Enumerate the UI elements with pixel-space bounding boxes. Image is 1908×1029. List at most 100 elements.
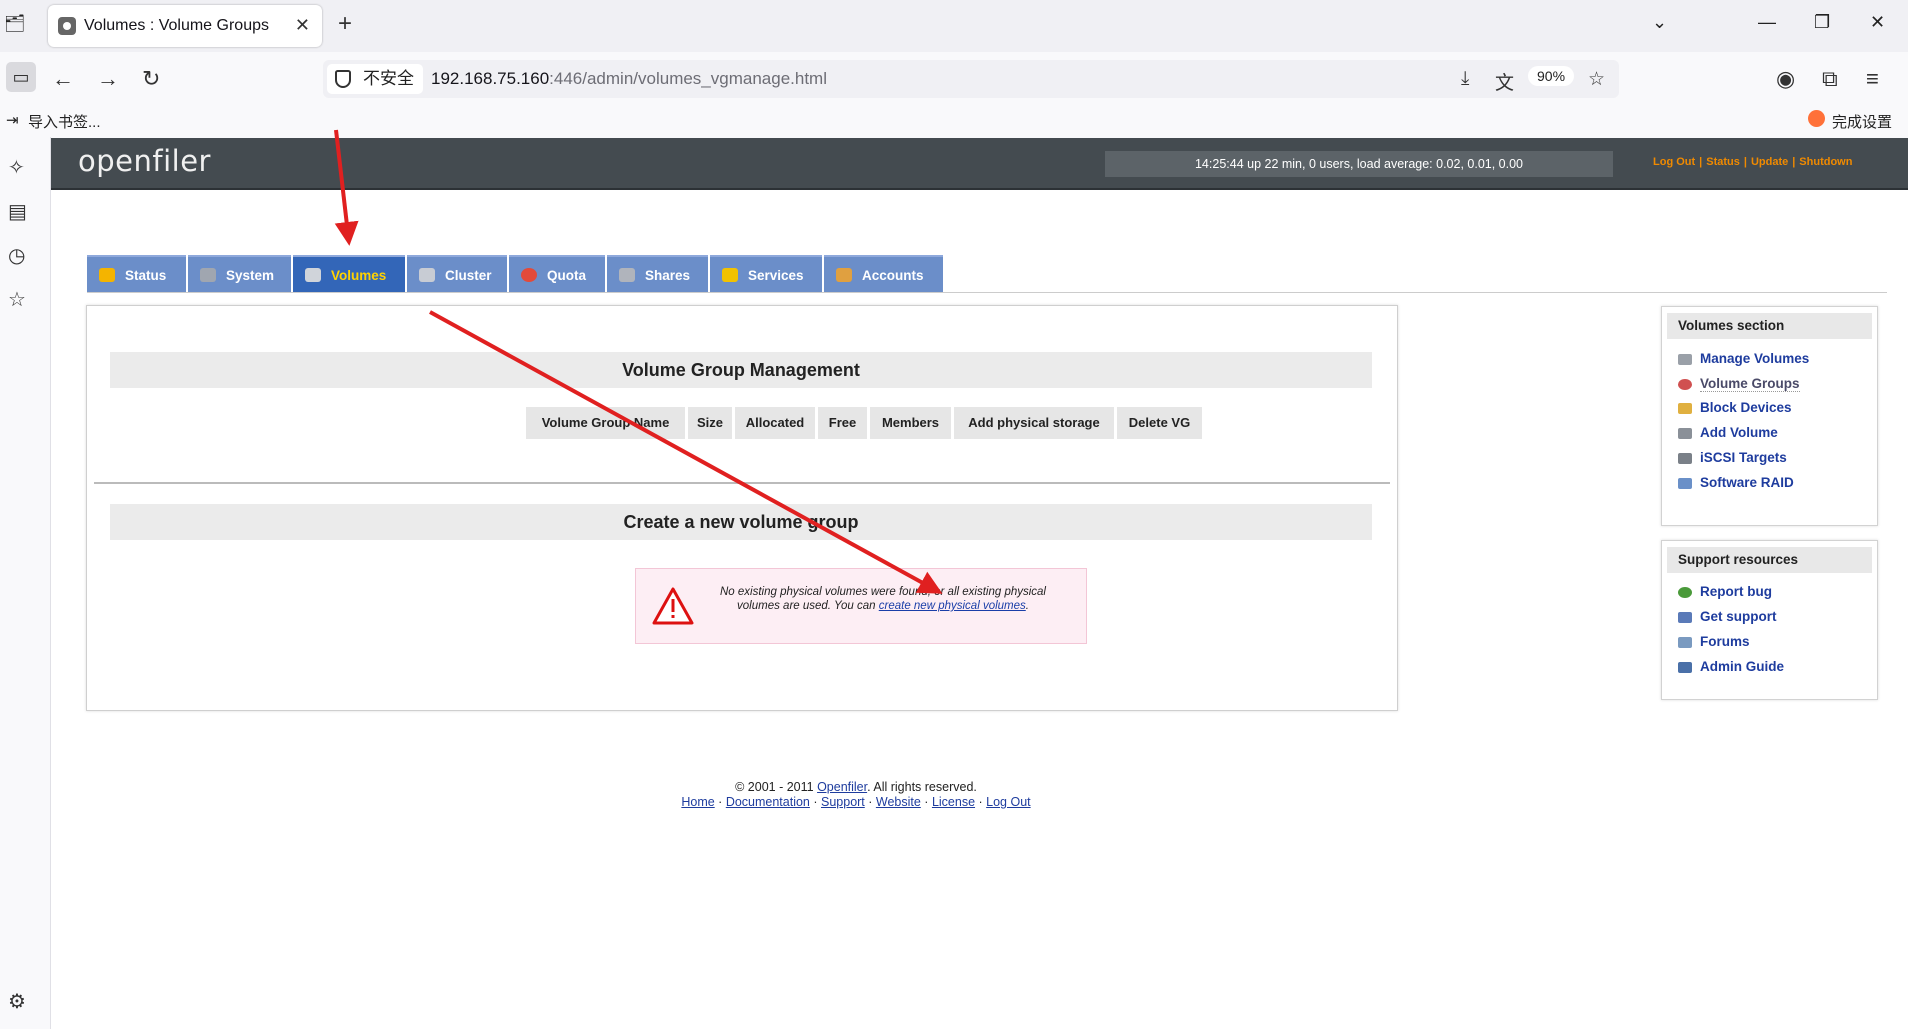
tab-accounts[interactable]: Accounts <box>824 255 943 292</box>
volumes-section-panel: Volumes section Manage Volumes Volume Gr… <box>1661 306 1878 526</box>
vg-management-heading: Volume Group Management <box>110 352 1372 388</box>
tab-quota[interactable]: Quota <box>509 255 605 292</box>
sidebar-toggle-icon[interactable]: ▭ <box>6 62 36 92</box>
support-icon <box>1678 611 1692 623</box>
tab-system[interactable]: System <box>188 255 291 292</box>
system-icon <box>200 268 216 282</box>
col-delete-vg: Delete VG <box>1117 407 1202 439</box>
block-devices-icon <box>1678 402 1692 414</box>
footer-links: Home · Documentation · Support · Website… <box>681 795 1031 809</box>
support-resources-panel: Support resources Report bug Get support… <box>1661 540 1878 700</box>
tab-list-chevron-icon[interactable]: ⌄ <box>1652 12 1667 33</box>
footer-support-link[interactable]: Support <box>821 795 865 809</box>
forums-icon <box>1678 636 1692 648</box>
import-bookmarks-link[interactable]: 导入书签... <box>28 111 101 132</box>
col-size: Size <box>688 407 732 439</box>
bug-icon <box>1678 586 1692 598</box>
browser-sidebar: ✧ ▤ ◷ ☆ ⚙ <box>0 137 51 1029</box>
status-icon <box>99 268 115 282</box>
create-physical-volumes-link[interactable]: create new physical volumes <box>879 600 1026 612</box>
nav-add-volume[interactable]: Add Volume <box>1678 425 1778 440</box>
services-icon <box>722 268 738 282</box>
admin-guide-icon <box>1678 661 1692 673</box>
tab-divider <box>87 292 1887 293</box>
footer-website-link[interactable]: Website <box>876 795 921 809</box>
system-status-line: 14:25:44 up 22 min, 0 users, load averag… <box>1105 151 1613 177</box>
security-indicator[interactable]: 不安全 <box>327 64 423 94</box>
tab-shares[interactable]: Shares <box>607 255 708 292</box>
col-allocated: Allocated <box>735 407 815 439</box>
col-add-physical-storage: Add physical storage <box>954 407 1114 439</box>
openfiler-logo: openfiler <box>78 144 211 178</box>
logout-link[interactable]: Log Out <box>1653 156 1695 168</box>
warning-icon <box>652 587 694 625</box>
footer-documentation-link[interactable]: Documentation <box>726 795 810 809</box>
nav-software-raid[interactable]: Software RAID <box>1678 475 1794 490</box>
shutdown-link[interactable]: Shutdown <box>1799 156 1852 168</box>
create-vg-heading: Create a new volume group <box>110 504 1372 540</box>
browser-tab[interactable]: Volumes : Volume Groups ✕ <box>48 5 322 47</box>
nav-report-bug[interactable]: Report bug <box>1678 584 1772 599</box>
manage-volumes-icon <box>1678 353 1692 365</box>
tab-status[interactable]: Status <box>87 255 186 292</box>
nav-admin-guide[interactable]: Admin Guide <box>1678 659 1784 674</box>
tab-volumes[interactable]: Volumes <box>293 255 405 292</box>
zoom-level[interactable]: 90% <box>1528 66 1575 86</box>
shares-icon <box>619 268 635 282</box>
minimize-icon[interactable]: — <box>1758 12 1776 33</box>
tab-overview-icon[interactable]: 🗂 <box>4 14 26 34</box>
back-icon[interactable]: ← <box>52 66 74 92</box>
tab-cluster[interactable]: Cluster <box>407 255 507 292</box>
account-icon[interactable]: ◉ <box>1776 66 1795 92</box>
volumes-icon <box>305 268 321 282</box>
menu-icon[interactable]: ≡ <box>1866 66 1879 92</box>
bookmarks-bar: ⇥ 导入书签... 完成设置 <box>0 105 1908 137</box>
ai-sparkle-icon[interactable]: ✧ <box>8 155 25 180</box>
reload-icon[interactable]: ↻ <box>142 66 160 92</box>
history-icon[interactable]: ◷ <box>8 243 25 268</box>
col-free: Free <box>818 407 867 439</box>
status-link[interactable]: Status <box>1706 156 1740 168</box>
update-link[interactable]: Update <box>1751 156 1788 168</box>
no-physical-volumes-alert: No existing physical volumes were found,… <box>635 568 1087 644</box>
nav-block-devices[interactable]: Block Devices <box>1678 400 1792 415</box>
footer-license-link[interactable]: License <box>932 795 975 809</box>
synced-tabs-icon[interactable]: ▤ <box>8 199 27 224</box>
close-tab-icon[interactable]: ✕ <box>295 15 310 36</box>
nav-volume-groups[interactable]: Volume Groups <box>1678 376 1800 392</box>
nav-forums[interactable]: Forums <box>1678 634 1750 649</box>
openfiler-link[interactable]: Openfiler <box>817 780 867 794</box>
restore-icon[interactable]: ❐ <box>1814 12 1830 33</box>
address-bar[interactable]: 不安全 192.168.75.160:446/admin/volumes_vgm… <box>323 60 1619 98</box>
page-footer: © 2001 - 2011 Openfiler. All rights rese… <box>51 780 1661 810</box>
save-page-icon[interactable]: ⤓ <box>1461 68 1469 90</box>
settings-gear-icon[interactable]: ⚙ <box>8 989 26 1014</box>
forward-icon[interactable]: → <box>97 66 119 92</box>
translate-icon[interactable]: 文 <box>1495 68 1514 95</box>
quota-icon <box>521 268 537 282</box>
extensions-icon[interactable]: ⧉ <box>1822 66 1838 92</box>
alert-message: No existing physical volumes were found,… <box>720 586 1046 612</box>
main-content-box: Volume Group Management Volume Group Nam… <box>86 305 1398 711</box>
header-links: Log Out | Status | Update | Shutdown <box>1653 156 1853 168</box>
openfiler-header: openfiler 14:25:44 up 22 min, 0 users, l… <box>51 138 1908 190</box>
web-page: openfiler 14:25:44 up 22 min, 0 users, l… <box>51 138 1908 1029</box>
nav-manage-volumes[interactable]: Manage Volumes <box>1678 351 1809 366</box>
new-tab-icon[interactable]: + <box>338 10 352 38</box>
shield-icon <box>335 70 351 88</box>
accounts-icon <box>836 268 852 282</box>
col-volume-group-name: Volume Group Name <box>526 407 685 439</box>
finish-setup-link[interactable]: 完成设置 <box>1832 111 1892 132</box>
nav-get-support[interactable]: Get support <box>1678 609 1777 624</box>
bookmarks-icon[interactable]: ☆ <box>8 287 26 312</box>
footer-logout-link[interactable]: Log Out <box>986 795 1030 809</box>
footer-home-link[interactable]: Home <box>681 795 714 809</box>
tab-title: Volumes : Volume Groups <box>84 17 269 34</box>
close-window-icon[interactable]: ✕ <box>1870 12 1885 33</box>
nav-iscsi-targets[interactable]: iSCSI Targets <box>1678 450 1787 465</box>
url-text[interactable]: 192.168.75.160:446/admin/volumes_vgmanag… <box>431 69 827 89</box>
cluster-icon <box>419 268 435 282</box>
bookmark-star-icon[interactable]: ☆ <box>1588 68 1605 91</box>
browser-nav-bar: ▭ ← → ↻ 不安全 192.168.75.160:446/admin/vol… <box>0 52 1908 105</box>
tab-services[interactable]: Services <box>710 255 822 292</box>
